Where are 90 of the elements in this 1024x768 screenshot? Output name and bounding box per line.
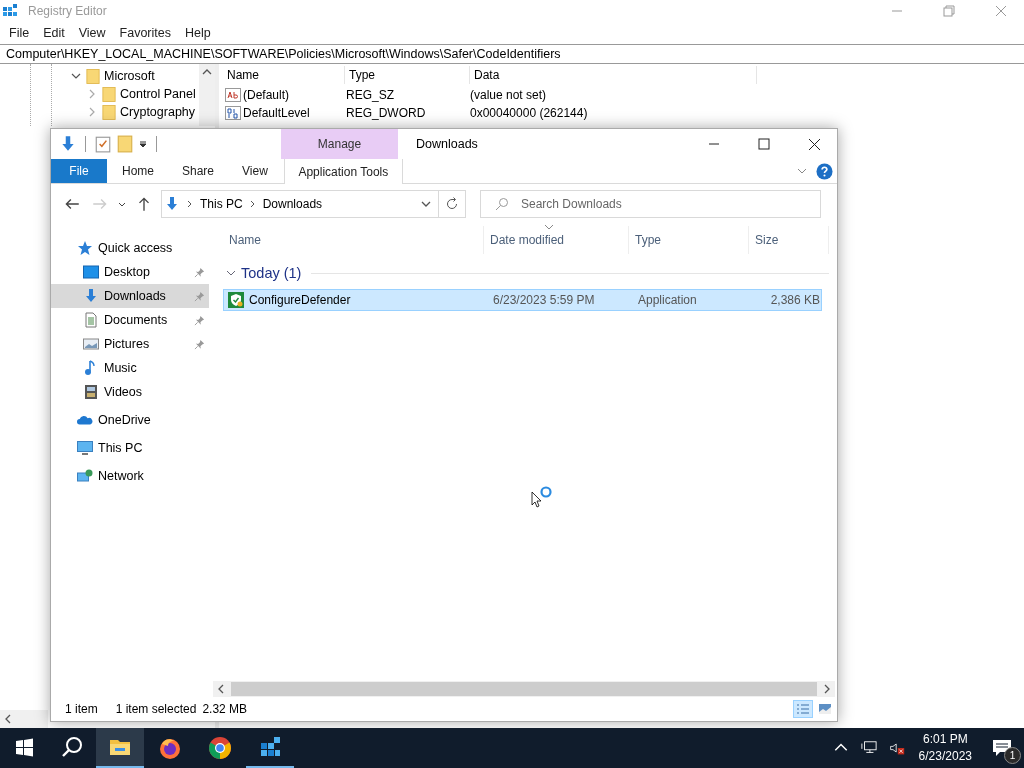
window-title: Downloads (416, 137, 478, 151)
breadcrumb-item[interactable]: Downloads (262, 197, 323, 211)
ribbon-tab[interactable]: Share (168, 159, 229, 183)
taskbar-app[interactable] (96, 728, 144, 768)
ribbon-tab[interactable]: Home (107, 159, 168, 183)
menu-item[interactable]: File (2, 26, 37, 40)
download-arrow-icon (83, 288, 99, 304)
nav-item[interactable]: This PC (51, 436, 209, 460)
address-field[interactable]: Computer\HKEY_LOCAL_MACHINE\SOFTWARE\Policies\Microsoft\Windows\Safer\CodeIdentifiers (0, 44, 1024, 64)
file-row[interactable]: ConfigureDefender 6/23/2023 5:59 PM Application 2,386 KB (223, 289, 822, 311)
scroll-bar[interactable] (213, 681, 835, 697)
nav-item[interactable]: Pictures (51, 332, 209, 356)
column-header[interactable]: Size (749, 226, 829, 254)
menu-item[interactable]: Help (178, 26, 218, 40)
tree-connector-line (30, 64, 52, 126)
tree-item[interactable]: Microsoft (104, 69, 155, 83)
binary-value-icon (225, 105, 241, 121)
nav-item[interactable]: Desktop (51, 260, 209, 284)
refresh-button[interactable] (439, 190, 466, 218)
search-field[interactable]: Search Downloads (480, 190, 821, 218)
dropdown-icon[interactable] (138, 139, 148, 149)
value-name: (Default) (243, 88, 289, 102)
column-header[interactable]: Type (629, 226, 749, 254)
table-cell-text: 2,386 KB (769, 292, 820, 309)
pictures-icon (83, 336, 99, 352)
column-header[interactable]: Date modified (484, 226, 629, 254)
tree-item[interactable]: Control Panel (120, 87, 196, 101)
nav-item[interactable]: Downloads (51, 284, 209, 308)
tab-group-label: Manage (317, 137, 362, 151)
monitor-icon (77, 440, 93, 456)
address-bar[interactable]: This PC Downloads (161, 190, 439, 218)
network-icon[interactable] (860, 740, 877, 756)
speaker-muted-icon[interactable] (888, 740, 905, 756)
tree-item[interactable]: Cryptography (120, 105, 196, 119)
column-header[interactable]: Name (223, 66, 345, 84)
menu-item[interactable]: View (71, 26, 113, 40)
table-cell-text: REG_DWORD (345, 106, 427, 120)
table-cell-text: Application (637, 292, 698, 309)
star-icon (77, 240, 93, 256)
properties-icon[interactable] (94, 135, 112, 153)
registry-cubes-icon (258, 735, 282, 759)
column-header[interactable]: Data (470, 66, 757, 84)
notification-badge: 1 (1004, 747, 1021, 764)
string-value-icon (225, 87, 241, 103)
scroll-thumb[interactable] (231, 682, 817, 696)
group-header[interactable]: Today (1) (241, 265, 302, 281)
nav-item[interactable]: Quick access (51, 236, 209, 260)
browser-wheel-icon (208, 736, 232, 760)
item-count: 1 item (65, 702, 98, 716)
document-icon (83, 312, 99, 328)
ribbon-tab[interactable]: View (228, 159, 282, 183)
nav-item[interactable]: OneDrive (51, 408, 209, 432)
selection-size: 2.32 MB (202, 702, 248, 716)
refresh-icon (444, 196, 460, 212)
file-tab[interactable]: File (51, 159, 107, 183)
fox-globe-icon (158, 736, 182, 760)
search-icon (494, 196, 510, 212)
ribbon-tab[interactable]: Application Tools (283, 159, 403, 184)
table-cell-text: 6/23/2023 5:59 PM (492, 292, 596, 309)
nav-item[interactable]: Videos (51, 380, 209, 404)
scroll-bar[interactable] (199, 64, 215, 126)
nav-item[interactable]: Network (51, 464, 209, 488)
desktop-icon (83, 264, 99, 280)
selection-count: 1 item selected (115, 702, 197, 716)
nav-item[interactable]: Documents (51, 308, 209, 332)
menu-item[interactable]: Edit (36, 26, 72, 40)
help-icon[interactable] (816, 162, 833, 180)
table-cell-text: 0x00040000 (262144) (469, 106, 589, 120)
chevron-right-icon[interactable] (186, 198, 194, 210)
nav-item[interactable]: Music (51, 356, 209, 380)
registry-cubes-icon (2, 3, 18, 19)
table-cell-text: (value not set) (469, 88, 548, 102)
menu-item[interactable]: Favorites (112, 26, 178, 40)
clock[interactable]: 6:01 PM 6/23/2023 (910, 731, 980, 765)
shield-app-icon (228, 292, 244, 308)
chevron-right-icon[interactable] (248, 198, 257, 210)
folder-icon (86, 67, 100, 85)
column-header[interactable]: Name (223, 226, 484, 254)
download-arrow-icon (164, 196, 180, 212)
network-icon (77, 468, 93, 484)
folder-icon (102, 85, 116, 103)
scroll-bar[interactable] (0, 710, 48, 728)
file-name: ConfigureDefender (249, 293, 351, 307)
value-name: DefaultLevel (243, 106, 310, 120)
breadcrumb-item[interactable]: This PC (200, 197, 243, 211)
column-header[interactable]: Type (345, 66, 470, 84)
table-cell-text: REG_SZ (345, 88, 395, 102)
window-title: Registry Editor (28, 4, 107, 18)
film-icon (83, 384, 99, 400)
folder-icon (102, 103, 116, 121)
